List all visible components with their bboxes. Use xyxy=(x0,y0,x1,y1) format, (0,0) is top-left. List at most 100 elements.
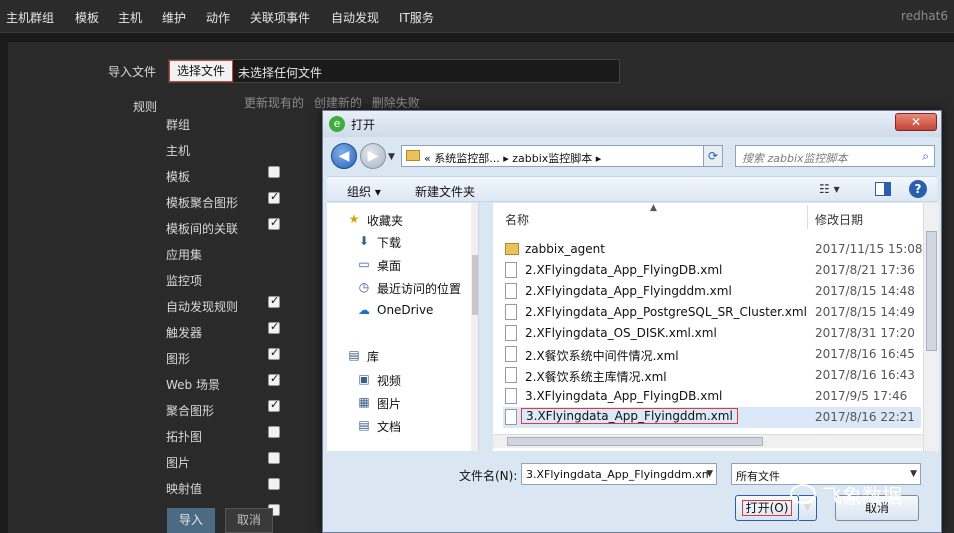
nav-item-icon: ▤ xyxy=(358,418,370,432)
nav-pane-item[interactable]: ◷ 最近访问的位置 xyxy=(327,277,478,299)
dialog-toolbar: 组织 ▾ 新建文件夹 ☷ ▾ ? xyxy=(327,176,937,202)
wechat-icon xyxy=(790,484,816,504)
file-name: 2.X餐饮系统主库情况.xml xyxy=(525,370,667,384)
file-list-item[interactable]: 2.XFlyingdata_App_FlyingDB.xml 2017/8/21 … xyxy=(503,260,921,281)
rule-checkbox[interactable] xyxy=(268,478,280,490)
file-icon xyxy=(505,367,517,383)
file-list-item[interactable]: 2.XFlyingdata_App_PostgreSQL_SR_Cluster.… xyxy=(503,302,921,323)
nav-hosts[interactable]: 主机 xyxy=(118,9,142,26)
nav-pane-item[interactable]: ☁ OneDrive xyxy=(327,300,478,322)
column-date-header[interactable]: 修改日期 xyxy=(815,211,863,228)
nav-pane-item[interactable]: ▣ 视频 xyxy=(327,369,478,391)
nav-item-icon: ▤ xyxy=(348,348,360,362)
rule-label: 拓扑图 xyxy=(166,430,203,444)
rule-checkbox[interactable] xyxy=(268,372,280,386)
rule-checkbox[interactable] xyxy=(268,294,280,308)
cancel-button[interactable]: 取消 xyxy=(225,508,273,533)
nav-templates[interactable]: 模板 xyxy=(75,9,99,26)
file-date: 2017/8/21 17:36 xyxy=(815,263,915,277)
watermark-text: 飞象数据 xyxy=(822,484,902,508)
file-list-item[interactable]: 3.XFlyingdata_App_FlyingDB.xml 2017/9/5 1… xyxy=(503,386,921,407)
open-button-label: 打开(O) xyxy=(741,500,793,516)
file-name: 2.X餐饮系统中间件情况.xml xyxy=(525,349,679,363)
choose-file-button[interactable]: 选择文件 xyxy=(169,60,233,82)
nav-pane-item[interactable]: ▭ 桌面 xyxy=(327,254,478,276)
file-input-box[interactable] xyxy=(168,59,620,83)
rule-label: 模板聚合图形 xyxy=(166,196,239,210)
file-date: 2017/9/5 17:46 xyxy=(815,389,908,403)
nav-actions[interactable]: 动作 xyxy=(206,9,230,26)
search-input[interactable]: 搜索 zabbix监控脚本 ⌕ xyxy=(735,145,935,167)
nav-pane-item[interactable]: ▦ 图片 xyxy=(327,392,478,414)
nav-event-correlation[interactable]: 关联项事件 xyxy=(250,9,310,26)
rule-checkbox[interactable] xyxy=(268,398,280,412)
file-list-item[interactable]: zabbix_agent 2017/11/15 15:08 xyxy=(503,239,923,260)
file-list-item[interactable]: 2.X餐饮系统主库情况.xml 2017/8/16 16:43 xyxy=(503,365,921,386)
file-list-item[interactable]: 2.X餐饮系统中间件情况.xml 2017/8/16 16:45 xyxy=(503,344,921,365)
filename-dropdown-icon[interactable]: ▼ xyxy=(706,469,713,479)
file-icon xyxy=(505,283,517,299)
address-bar[interactable]: « 系统监控部... ▸ zabbix监控脚本 ▸ ▼ xyxy=(401,145,721,167)
file-date: 2017/11/15 15:08 xyxy=(815,242,923,256)
nav-maintenance[interactable]: 维护 xyxy=(162,9,186,26)
dialog-titlebar[interactable]: e 打开 ✕ xyxy=(323,111,941,137)
nav-scrollbar[interactable] xyxy=(471,203,478,451)
file-vertical-scrollbar[interactable] xyxy=(923,203,939,451)
view-options-icon[interactable]: ☷ ▾ xyxy=(819,182,840,196)
col-delete-missing: 删除失败 xyxy=(371,96,420,110)
file-list-item[interactable]: 3.XFlyingdata_App_Flyingddm.xml 2017/8/16… xyxy=(503,407,921,428)
rule-checkbox[interactable] xyxy=(268,166,280,178)
file-name: zabbix_agent xyxy=(525,242,605,256)
forward-arrow-icon[interactable]: ▶ xyxy=(360,143,386,169)
nav-discovery[interactable]: 自动发现 xyxy=(331,9,379,26)
nav-item-label: 桌面 xyxy=(377,259,402,273)
filename-input[interactable]: 3.XFlyingdata_App_Flyingddm.xml ▼ xyxy=(521,463,717,485)
nav-item-label: OneDrive xyxy=(377,303,434,317)
nav-pane-item[interactable]: ★ 收藏夹 xyxy=(327,209,478,231)
address-path: « 系统监控部... ▸ zabbix监控脚本 ▸ xyxy=(424,152,602,165)
import-file-label: 导入文件 xyxy=(108,65,157,79)
rule-checkbox[interactable] xyxy=(268,346,280,360)
rule-label: 模板 xyxy=(166,170,191,184)
column-divider[interactable] xyxy=(807,205,808,229)
column-name-header[interactable]: 名称 xyxy=(505,211,529,228)
nav-item-icon: ▣ xyxy=(358,372,370,386)
nav-scroll-thumb[interactable] xyxy=(472,255,478,315)
nav-pane-item[interactable]: ⬇ 下载 xyxy=(327,231,478,253)
nav-pane-item[interactable]: ▤ 库 xyxy=(327,345,478,367)
file-date: 2017/8/15 14:49 xyxy=(815,305,915,319)
nav-it-services[interactable]: IT服务 xyxy=(399,9,434,26)
file-icon xyxy=(505,409,517,425)
nav-host-groups[interactable]: 主机群组 xyxy=(6,9,54,26)
file-hscroll-thumb[interactable] xyxy=(507,437,763,446)
rule-label: 应用集 xyxy=(166,248,203,262)
nav-item-label: 下载 xyxy=(377,236,402,250)
new-folder-button[interactable]: 新建文件夹 xyxy=(415,183,475,200)
rule-label: 图形 xyxy=(166,352,191,366)
import-button[interactable]: 导入 xyxy=(167,508,215,533)
folder-icon xyxy=(406,150,420,161)
file-name: 3.XFlyingdata_App_FlyingDB.xml xyxy=(525,389,723,403)
rule-checkbox[interactable] xyxy=(268,320,280,334)
file-name: 2.XFlyingdata_App_Flyingddm.xml xyxy=(525,284,732,298)
rule-checkbox[interactable] xyxy=(268,190,280,204)
help-icon[interactable]: ? xyxy=(909,180,927,198)
preview-pane-icon[interactable] xyxy=(875,182,891,196)
history-dropdown-icon[interactable]: ▼ xyxy=(388,152,395,162)
back-arrow-icon[interactable]: ◀ xyxy=(331,143,357,169)
organize-menu[interactable]: 组织 ▾ xyxy=(347,183,381,200)
close-icon[interactable]: ✕ xyxy=(895,113,937,131)
nav-pane-item[interactable]: ▤ 文档 xyxy=(327,415,478,437)
dialog-title: 打开 xyxy=(351,118,376,132)
file-list-item[interactable]: 2.XFlyingdata_App_Flyingddm.xml 2017/8/15… xyxy=(503,281,921,302)
rule-checkbox[interactable] xyxy=(268,216,280,230)
rule-checkbox[interactable] xyxy=(268,452,280,464)
file-date: 2017/8/16 22:21 xyxy=(815,410,915,424)
file-vscroll-thumb[interactable] xyxy=(926,231,937,351)
refresh-icon[interactable]: ⟳ xyxy=(703,145,723,167)
search-icon: ⌕ xyxy=(922,149,929,163)
nav-item-icon: ◷ xyxy=(358,280,370,294)
file-list-item[interactable]: 2.XFlyingdata_OS_DISK.xml.xml 2017/8/31 1… xyxy=(503,323,921,344)
rule-checkbox[interactable] xyxy=(268,426,280,438)
file-horizontal-scrollbar[interactable] xyxy=(493,434,923,448)
